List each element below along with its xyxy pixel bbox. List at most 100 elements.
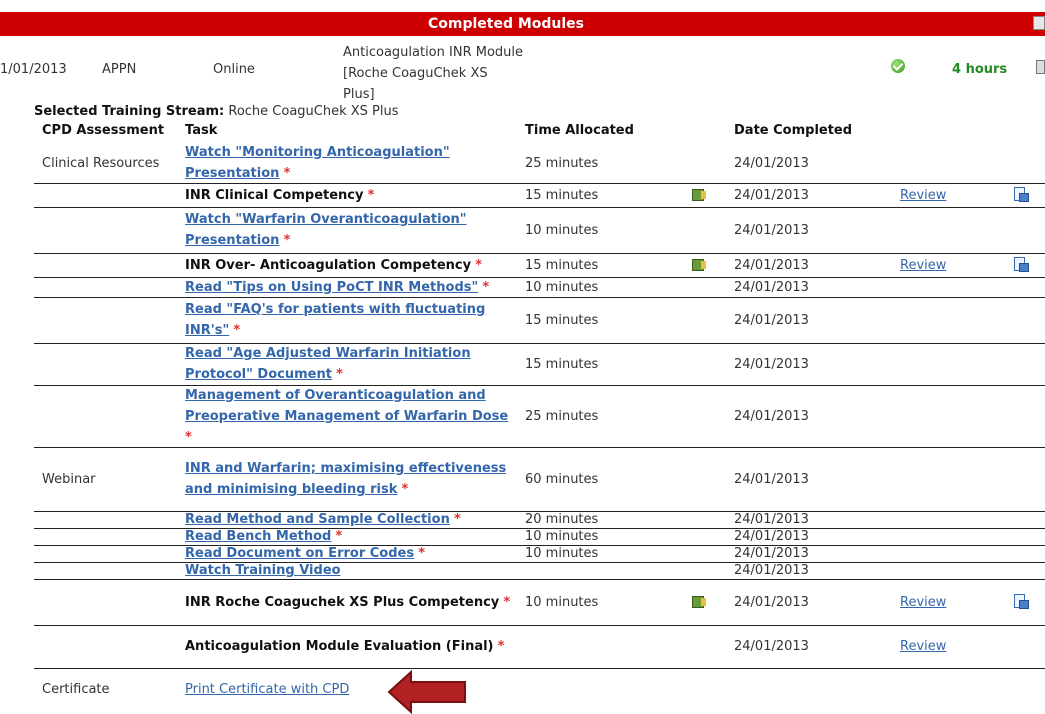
task-name: INR Roche Coaguchek XS Plus Competency: [185, 594, 500, 610]
time-allocated: 15 minutes: [525, 257, 599, 273]
task-name: INR Clinical Competency: [185, 187, 364, 203]
required-marker: *: [401, 482, 409, 497]
training-stream: Selected Training Stream: Roche CoaguChe…: [34, 104, 399, 119]
table-row: Read "Tips on Using PoCT INR Methods" * 1…: [34, 277, 1045, 298]
date-completed: 24/01/2013: [734, 594, 809, 610]
module-date: 1/01/2013: [0, 62, 67, 77]
time-allocated: 15 minutes: [525, 356, 599, 372]
date-completed: 24/01/2013: [734, 187, 809, 203]
table-row: Webinar INR and Warfarin; maximising effe…: [34, 447, 1045, 512]
time-allocated: 20 minutes: [525, 512, 599, 527]
time-allocated: 10 minutes: [525, 594, 599, 610]
task-link[interactable]: Watch Training Video: [185, 563, 341, 578]
required-marker: *: [185, 429, 192, 445]
required-marker: *: [482, 279, 490, 295]
save-document-icon[interactable]: [1014, 257, 1030, 273]
table-row: Watch "Warfarin Overanticoagulation" Pre…: [34, 207, 1045, 254]
header-date-completed: Date Completed: [734, 123, 853, 138]
date-completed: 24/01/2013: [734, 563, 809, 578]
time-allocated: 25 minutes: [525, 408, 599, 424]
task-link[interactable]: Read Method and Sample Collection: [185, 512, 450, 527]
task-link[interactable]: Watch "Monitoring Anticoagulation" Prese…: [185, 145, 450, 181]
required-marker: *: [233, 323, 241, 338]
task-link[interactable]: Watch "Warfarin Overanticoagulation" Pre…: [185, 212, 467, 248]
date-completed: 24/01/2013: [734, 155, 809, 171]
date-completed: 24/01/2013: [734, 279, 809, 295]
table-row: Clinical Resources Watch "Monitoring Anti…: [34, 143, 1045, 184]
task-link[interactable]: Read Bench Method: [185, 529, 331, 544]
required-marker: *: [418, 546, 426, 561]
required-marker: *: [283, 233, 291, 248]
time-allocated: 10 minutes: [525, 222, 599, 238]
time-allocated: 10 minutes: [525, 529, 599, 544]
table-row: INR Clinical Competency * 15 minutes 24/01…: [34, 183, 1045, 208]
certificate-row: Certificate Print Certificate with CPD: [34, 678, 1045, 700]
banner-title: Completed Modules: [427, 16, 585, 32]
time-allocated: 10 minutes: [525, 546, 599, 561]
required-marker: *: [335, 529, 343, 544]
time-allocated: 15 minutes: [525, 312, 599, 328]
time-allocated: 15 minutes: [525, 187, 599, 203]
date-completed: 24/01/2013: [734, 222, 809, 238]
details-icon[interactable]: [1036, 60, 1045, 74]
table-row: Read "Age Adjusted Warfarin Initiation P…: [34, 343, 1045, 386]
required-marker: *: [283, 166, 291, 181]
task-name: INR Over- Anticoagulation Competency: [185, 257, 472, 273]
header-cpd-assessment: CPD Assessment: [42, 123, 165, 138]
time-allocated: 60 minutes: [525, 471, 599, 487]
time-allocated: 25 minutes: [525, 155, 599, 171]
task-link[interactable]: Read "Age Adjusted Warfarin Initiation P…: [185, 346, 471, 382]
required-marker: *: [336, 367, 343, 382]
date-completed: 24/01/2013: [734, 257, 809, 273]
table-row: INR Over- Anticoagulation Competency * 15…: [34, 253, 1045, 278]
table-row: Management of Overanticoagulation and Pr…: [34, 385, 1045, 448]
date-completed: 24/01/2013: [734, 356, 809, 372]
module-delivery: Online: [213, 62, 255, 77]
date-completed: 24/01/2013: [734, 312, 809, 328]
review-link[interactable]: Review: [900, 639, 946, 654]
collapse-icon[interactable]: [1033, 16, 1045, 30]
table-row: Watch Training Video 24/01/2013: [34, 562, 1045, 580]
table-row: INR Roche Coaguchek XS Plus Competency *…: [34, 579, 1045, 626]
open-competency-icon[interactable]: [690, 595, 706, 609]
table-row: Read "FAQ's for patients with fluctuatin…: [34, 297, 1045, 344]
required-marker: *: [497, 639, 505, 654]
save-document-icon[interactable]: [1014, 187, 1030, 203]
date-completed: 24/01/2013: [734, 529, 809, 544]
table-row: Anticoagulation Module Evaluation (Final…: [34, 625, 1045, 669]
review-link[interactable]: Review: [900, 595, 946, 610]
header-time-allocated: Time Allocated: [525, 123, 634, 138]
review-link[interactable]: Review: [900, 188, 946, 203]
task-link[interactable]: Management of Overanticoagulation and Pr…: [185, 388, 508, 424]
training-stream-value: Roche CoaguChek XS Plus: [228, 104, 399, 119]
time-allocated: 10 minutes: [525, 279, 599, 295]
required-marker: *: [453, 512, 461, 527]
pointer-arrow-icon: [387, 670, 466, 714]
print-certificate-link[interactable]: Print Certificate with CPD: [185, 679, 349, 700]
task-link[interactable]: Read "Tips on Using PoCT INR Methods": [185, 280, 478, 295]
task-link[interactable]: INR and Warfarin; maximising effectivene…: [185, 461, 506, 497]
required-marker: *: [475, 257, 483, 273]
open-competency-icon[interactable]: [690, 258, 706, 272]
header-task: Task: [185, 123, 218, 138]
open-competency-icon[interactable]: [690, 188, 706, 202]
cpd-category: Clinical Resources: [42, 155, 160, 171]
certificate-label: Certificate: [42, 681, 110, 697]
module-hours: 4 hours: [952, 62, 1008, 77]
date-completed: 24/01/2013: [734, 471, 809, 487]
required-marker: *: [503, 594, 511, 610]
task-link[interactable]: Read Document on Error Codes: [185, 546, 414, 561]
save-document-icon[interactable]: [1014, 594, 1030, 610]
task-name: Anticoagulation Module Evaluation (Final…: [185, 639, 494, 654]
required-marker: *: [367, 187, 375, 203]
completed-check-icon: [891, 59, 905, 73]
task-link[interactable]: Read "FAQ's for patients with fluctuatin…: [185, 302, 485, 338]
module-title: Anticoagulation INR Module [Roche CoaguC…: [343, 45, 524, 102]
training-stream-label: Selected Training Stream:: [34, 104, 225, 119]
review-link[interactable]: Review: [900, 258, 946, 273]
module-provider: APPN: [102, 62, 137, 77]
date-completed: 24/01/2013: [734, 408, 809, 424]
date-completed: 24/01/2013: [734, 639, 809, 654]
completed-modules-banner: Completed Modules: [0, 12, 1045, 36]
cpd-category: Webinar: [42, 471, 96, 487]
